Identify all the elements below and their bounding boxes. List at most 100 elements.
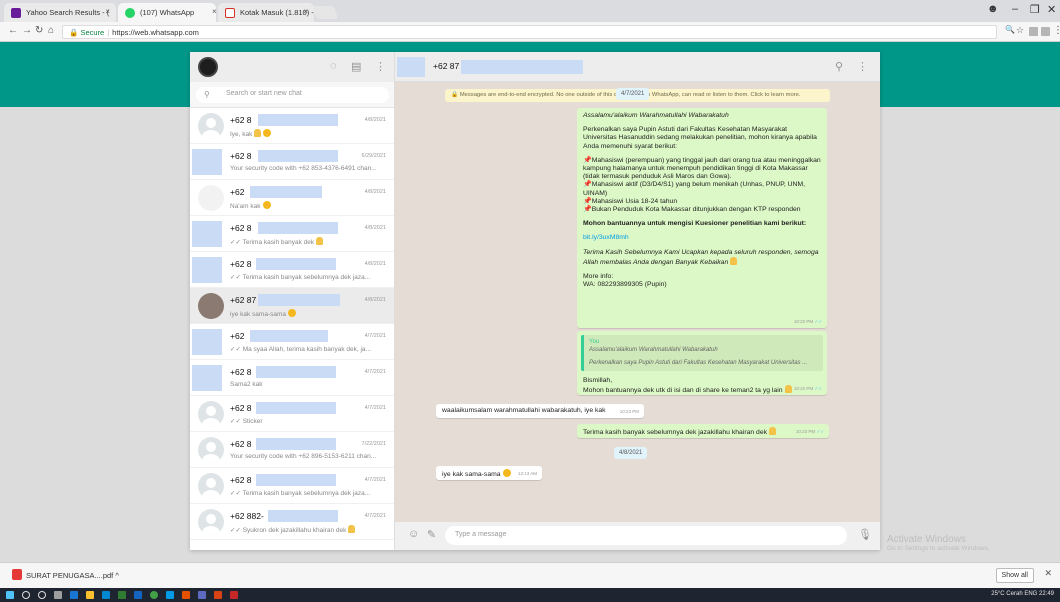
search-icon[interactable]	[22, 591, 30, 599]
chrome-icon[interactable]	[150, 591, 158, 599]
chat-item[interactable]: +62 8 4/8/2021 Iye, kak	[190, 108, 394, 144]
chat-item[interactable]: +62 8 4/8/2021 ✓✓ Terima kasih banyak de…	[190, 216, 394, 252]
chat-preview: iye kak sama-sama	[230, 309, 388, 318]
message-incoming[interactable]: waalaikumsalam warahmatullahi wabarakatu…	[436, 404, 644, 418]
screen: Yahoo Search Results - ( × (107) WhatsAp…	[0, 0, 1060, 602]
chat-item[interactable]: +62 8 6/29/2021 Your security code with …	[190, 144, 394, 180]
search-icon[interactable]: ⚲	[835, 60, 843, 73]
acrobat-icon[interactable]	[230, 591, 238, 599]
app-icon[interactable]	[182, 591, 190, 599]
cortana-icon[interactable]	[38, 591, 46, 599]
quoted-message[interactable]: You Assalamu'alaikum Warahmatullahi Waba…	[581, 335, 823, 371]
menu-icon[interactable]: ⋮	[857, 60, 868, 73]
redaction	[258, 222, 338, 234]
chat-item[interactable]: +62 8 4/8/2021 ✓✓ Terima kasih banyak se…	[190, 252, 394, 288]
tab-label: Yahoo Search Results - (	[26, 8, 110, 17]
chat-item[interactable]: +62 8 4/7/2021 ✓✓ Terima kasih banyak se…	[190, 468, 394, 504]
close-icon[interactable]: ×	[212, 7, 217, 16]
message-time: 10:22 PM ✓✓	[793, 318, 822, 324]
yahoo-icon	[11, 8, 21, 18]
chat-time: 7/22/2021	[361, 441, 386, 447]
search-input[interactable]: Search or start new chat	[196, 87, 389, 103]
word-icon[interactable]	[134, 591, 142, 599]
date-divider: 4/7/2021	[616, 88, 650, 100]
download-item[interactable]: SURAT PENUGASA....pdf ^	[12, 569, 119, 580]
message-incoming[interactable]: iye kak sama-sama 12:13 AM	[436, 466, 542, 480]
chat-item[interactable]: +62 8 4/7/2021 Sama2 kak	[190, 360, 394, 396]
back-icon[interactable]: ←	[8, 25, 18, 36]
zoom-icon[interactable]: 🔍	[1005, 25, 1015, 34]
extension-icon[interactable]	[1029, 27, 1038, 36]
excel-icon[interactable]	[118, 591, 126, 599]
chat-item-active[interactable]: +62 87 4/8/2021 iye kak sama-sama	[190, 288, 394, 324]
conversation-title[interactable]: +62 87	[433, 61, 459, 71]
message-outgoing[interactable]: Assalamu'alaikum Warahmatullahi Wabaraka…	[577, 108, 827, 328]
edge-icon[interactable]	[70, 591, 78, 599]
star-icon[interactable]: ☆	[1016, 25, 1024, 36]
avatar	[198, 293, 224, 319]
restore-icon[interactable]: ❐	[1030, 3, 1040, 16]
chat-name: +62 8	[230, 259, 252, 269]
avatar[interactable]	[397, 57, 425, 77]
chat-time: 4/8/2021	[364, 189, 386, 195]
extension-icon[interactable]	[1041, 27, 1050, 36]
message-text: iye kak sama-sama	[442, 471, 501, 478]
message-outgoing[interactable]: You Assalamu'alaikum Warahmatullahi Waba…	[577, 331, 827, 395]
app-icon[interactable]	[166, 591, 174, 599]
chat-preview: ✓✓ Terima kasih banyak dek	[230, 237, 388, 246]
status-icon[interactable]: ◌	[330, 60, 337, 72]
attach-icon[interactable]: ✎	[427, 528, 436, 541]
chat-item[interactable]: +62 8 7/22/2021 Your security code with …	[190, 432, 394, 468]
new-tab-button[interactable]	[311, 6, 339, 19]
avatar	[198, 509, 224, 535]
message-text: 📌Mahasiswi (perempuan) yang tinggal jauh…	[583, 156, 821, 181]
close-icon[interactable]: ×	[105, 7, 110, 16]
avatar	[198, 185, 224, 211]
conversation-pane: 🔒 Messages are end-to-end encrypted. No …	[395, 82, 880, 522]
chat-item[interactable]: +62 4/7/2021 ✓✓ Ma syaa Allah, terima ka…	[190, 324, 394, 360]
emoji-icon[interactable]: ☺	[408, 528, 419, 540]
close-icon[interactable]: ×	[303, 7, 308, 16]
tab-label: (107) WhatsApp	[140, 8, 195, 17]
tab-gmail[interactable]: Kotak Masuk (1.810) - p ×	[218, 3, 314, 22]
chat-item[interactable]: +62 882- 4/7/2021 ✓✓ Syukron dek jazakil…	[190, 504, 394, 540]
message-link[interactable]: bit.ly/3uxM8mh	[583, 234, 821, 242]
menu-icon[interactable]: ⋮	[375, 60, 386, 73]
avatar	[192, 149, 222, 175]
minimize-icon[interactable]: –	[1012, 3, 1018, 15]
chat-item[interactable]: +62 4/8/2021 Na'am kak	[190, 180, 394, 216]
explorer-icon[interactable]	[86, 591, 94, 599]
new-chat-icon[interactable]: ▤	[351, 60, 361, 73]
chat-time: 4/8/2021	[364, 297, 386, 303]
pin-icon: 📌	[583, 181, 592, 189]
tab-whatsapp[interactable]: (107) WhatsApp	[118, 3, 216, 22]
store-icon[interactable]	[102, 591, 110, 599]
app-icon[interactable]	[198, 591, 206, 599]
avatar	[192, 221, 222, 247]
chat-time: 4/7/2021	[364, 333, 386, 339]
home-icon[interactable]: ⌂	[48, 25, 54, 36]
system-tray[interactable]: 25°C Cerah ENG 22:49	[991, 591, 1054, 597]
url-bar[interactable]: 🔒 Secure | https://web.whatsapp.com	[62, 25, 997, 39]
whatsapp-icon	[125, 8, 135, 18]
avatar[interactable]	[198, 57, 218, 77]
message-outgoing[interactable]: Terima kasih banyak sebelumnya dek jazak…	[577, 424, 829, 438]
reload-icon[interactable]: ↻	[35, 25, 43, 36]
redaction	[268, 510, 338, 522]
tab-yahoo[interactable]: Yahoo Search Results - ( ×	[4, 3, 116, 22]
message-input[interactable]: Type a message	[445, 526, 847, 545]
close-window-icon[interactable]: ✕	[1047, 3, 1056, 16]
message-time: 10:23 PM	[619, 408, 639, 414]
start-icon[interactable]	[6, 591, 14, 599]
secure-label: Secure	[80, 28, 105, 37]
powerpoint-icon[interactable]	[214, 591, 222, 599]
chat-item[interactable]: +62 8 4/7/2021 ✓✓ Sticker	[190, 396, 394, 432]
menu-icon[interactable]: ⋮	[1053, 25, 1060, 36]
chat-name: +62 8	[230, 403, 252, 413]
microphone-icon[interactable]: 🎙	[858, 528, 872, 541]
close-icon[interactable]: ✕	[1044, 568, 1052, 579]
forward-icon[interactable]: →	[22, 25, 32, 36]
profile-icon[interactable]: ☻	[987, 3, 999, 15]
show-all-button[interactable]: Show all	[995, 568, 1034, 583]
task-view-icon[interactable]	[54, 591, 62, 599]
